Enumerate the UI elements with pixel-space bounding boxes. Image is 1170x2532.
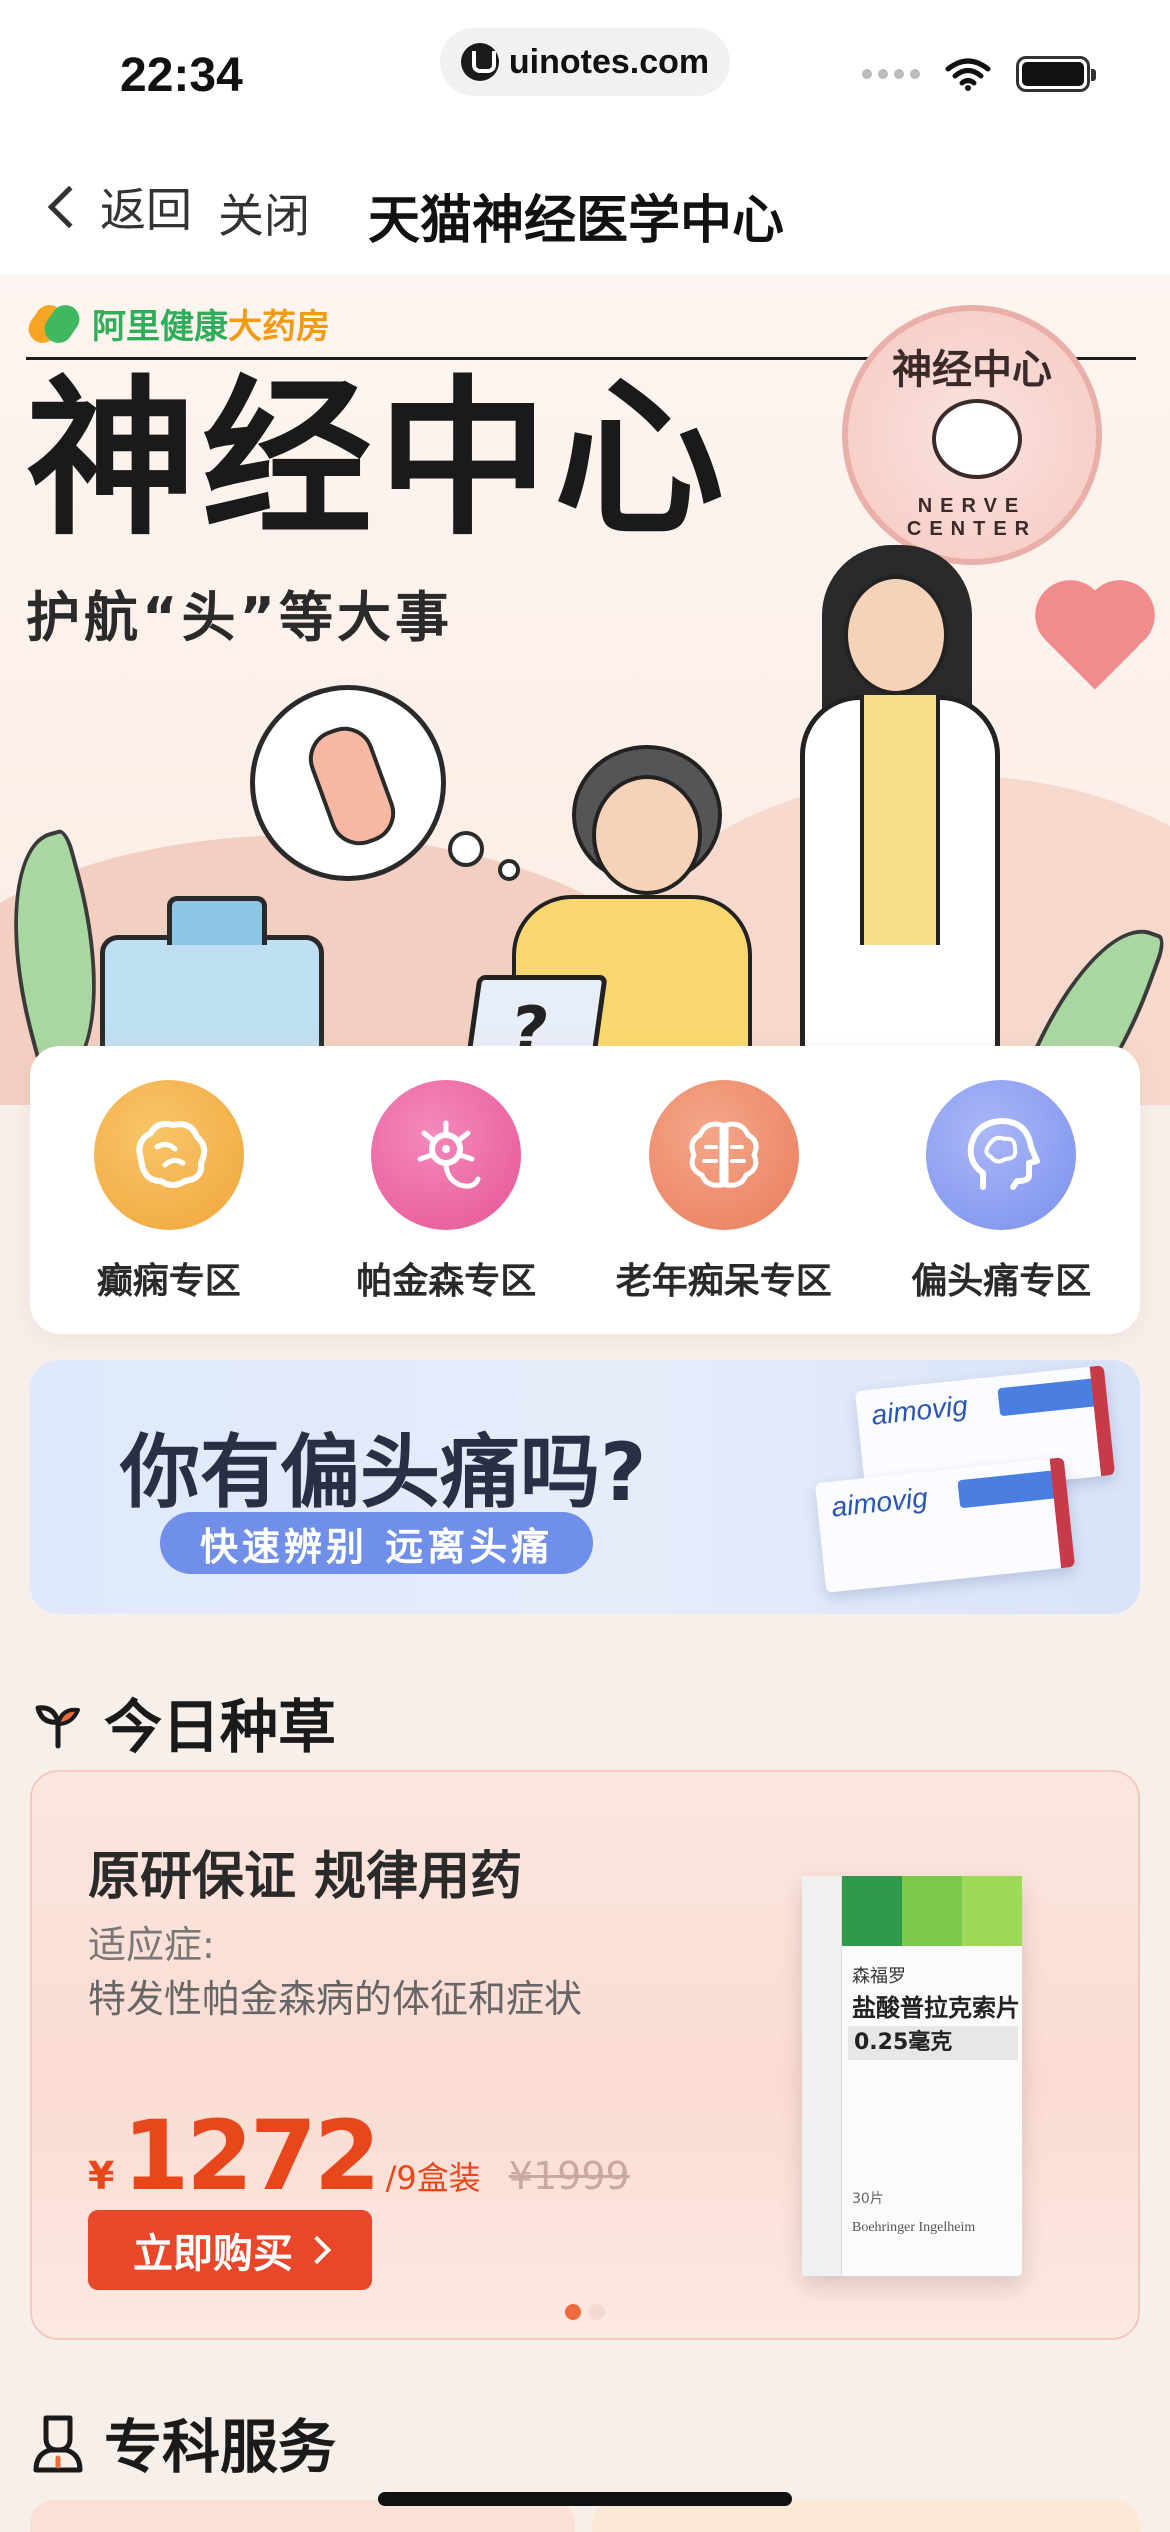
back-label: 返回 — [100, 183, 192, 237]
original-price: ¥1999 — [508, 2154, 630, 2198]
back-button[interactable]: 返回 — [40, 174, 192, 240]
price-value: 1272 — [122, 2100, 380, 2212]
neuron-icon — [371, 1080, 522, 1230]
carousel-dot[interactable] — [589, 2304, 605, 2320]
close-button[interactable]: 关闭 — [218, 180, 310, 246]
category-label: 帕金森专区 — [356, 1261, 537, 1302]
box-count: 30片 — [852, 2191, 884, 2207]
thought-dot — [448, 831, 484, 867]
thought-bubble — [250, 685, 446, 881]
doctor-icon — [33, 2415, 83, 2473]
brand-name: 阿里健康大药房 — [92, 307, 330, 347]
sprout-icon — [35, 1705, 80, 1749]
home-indicator[interactable] — [378, 2492, 792, 2506]
doctor-illustration — [780, 545, 1020, 1105]
status-bar: 22:34 uinotes.com — [0, 0, 1170, 130]
price-currency: ¥ — [88, 2154, 115, 2198]
chevron-left-icon — [47, 185, 91, 229]
product-box-image: 森福罗 盐酸普拉克索片 0.25毫克 30片 Boehringer Ingelh… — [802, 1876, 1022, 2276]
heart-icon — [1045, 590, 1145, 690]
migraine-title: 你有偏头痛吗? — [120, 1426, 647, 1519]
indication-text: 特发性帕金森病的体征和症状 — [88, 1977, 583, 2021]
migraine-banner[interactable]: 你有偏头痛吗? 快速辨别 远离头痛 aimovig aimovig — [30, 1360, 1140, 1614]
category-dementia[interactable]: 老年痴呆专区 — [604, 1080, 844, 1304]
drug-box-image: aimovig — [814, 1457, 1076, 1593]
box-dose: 0.25毫克 — [848, 2026, 1018, 2060]
brand: 阿里健康大药房 — [23, 299, 330, 348]
category-label: 老年痴呆专区 — [615, 1261, 832, 1302]
head-brain-icon — [926, 1080, 1077, 1230]
box-name: 盐酸普拉克索片 — [852, 1994, 1020, 2022]
category-migraine[interactable]: 偏头痛专区 — [881, 1080, 1121, 1304]
category-label: 偏头痛专区 — [911, 1261, 1092, 1302]
box-maker: Boehringer Ingelheim — [852, 2220, 976, 2235]
buy-now-button[interactable]: 立即购买 — [88, 2210, 372, 2290]
status-time: 22:34 — [120, 49, 243, 102]
page-title: 天猫神经医学中心 — [368, 191, 785, 251]
deer-mascot-icon — [932, 399, 1022, 479]
url-text: uinotes.com — [508, 42, 710, 81]
category-epilepsy[interactable]: 癫痫专区 — [49, 1080, 289, 1304]
today-section-header: 今日种草 — [30, 1680, 336, 1764]
specialty-section-header: 专科服务 — [30, 2400, 336, 2484]
section-title: 今日种草 — [104, 1693, 337, 1761]
nav-bar: 返回 关闭 天猫神经医学中心 — [0, 130, 1170, 275]
price-unit: /9盒装 — [385, 2159, 481, 2197]
brain-hemispheres-icon — [648, 1080, 799, 1230]
indication-label: 适应症: — [88, 1923, 215, 1967]
hero-subtitle: 护航“头”等大事 — [26, 586, 453, 649]
signal-icon — [862, 69, 920, 79]
hero-title: 神经中心 — [26, 361, 731, 559]
migraine-pill: 快速辨别 远离头痛 — [160, 1512, 594, 1574]
alihealth-logo-icon — [23, 299, 85, 348]
price-row: ¥ 1272 /9盒装 ¥1999 — [88, 2100, 630, 2212]
url-pill[interactable]: uinotes.com — [440, 28, 730, 96]
brain-capsule-icon — [300, 718, 404, 854]
wifi-icon — [945, 58, 991, 91]
battery-icon — [1016, 56, 1096, 92]
brain-icon — [93, 1080, 244, 1230]
site-logo-icon — [460, 43, 499, 81]
product-card[interactable]: 原研保证 规律用药 适应症: 特发性帕金森病的体征和症状 ¥ 1272 /9盒装… — [30, 1770, 1140, 2340]
product-headline: 原研保证 规律用药 — [88, 1847, 523, 1907]
box-brand: 森福罗 — [852, 1966, 906, 1987]
category-parkinson[interactable]: 帕金森专区 — [326, 1080, 566, 1304]
carousel-dots — [32, 2304, 1138, 2320]
carousel-dot[interactable] — [565, 2304, 581, 2320]
buy-label: 立即购买 — [133, 2231, 293, 2277]
status-icons — [862, 56, 1096, 92]
hero-banner[interactable]: 阿里健康大药房 神经中心 护航“头”等大事 神经中心 NERVE CENTER … — [0, 275, 1170, 1105]
category-label: 癫痫专区 — [96, 1261, 241, 1302]
chevron-right-icon — [302, 2235, 332, 2265]
nerve-center-seal: 神经中心 NERVE CENTER — [842, 305, 1102, 565]
category-card: 癫痫专区 帕金森专区 老年痴呆专区 偏头痛专区 — [30, 1046, 1140, 1334]
section-title: 专科服务 — [104, 2413, 337, 2481]
